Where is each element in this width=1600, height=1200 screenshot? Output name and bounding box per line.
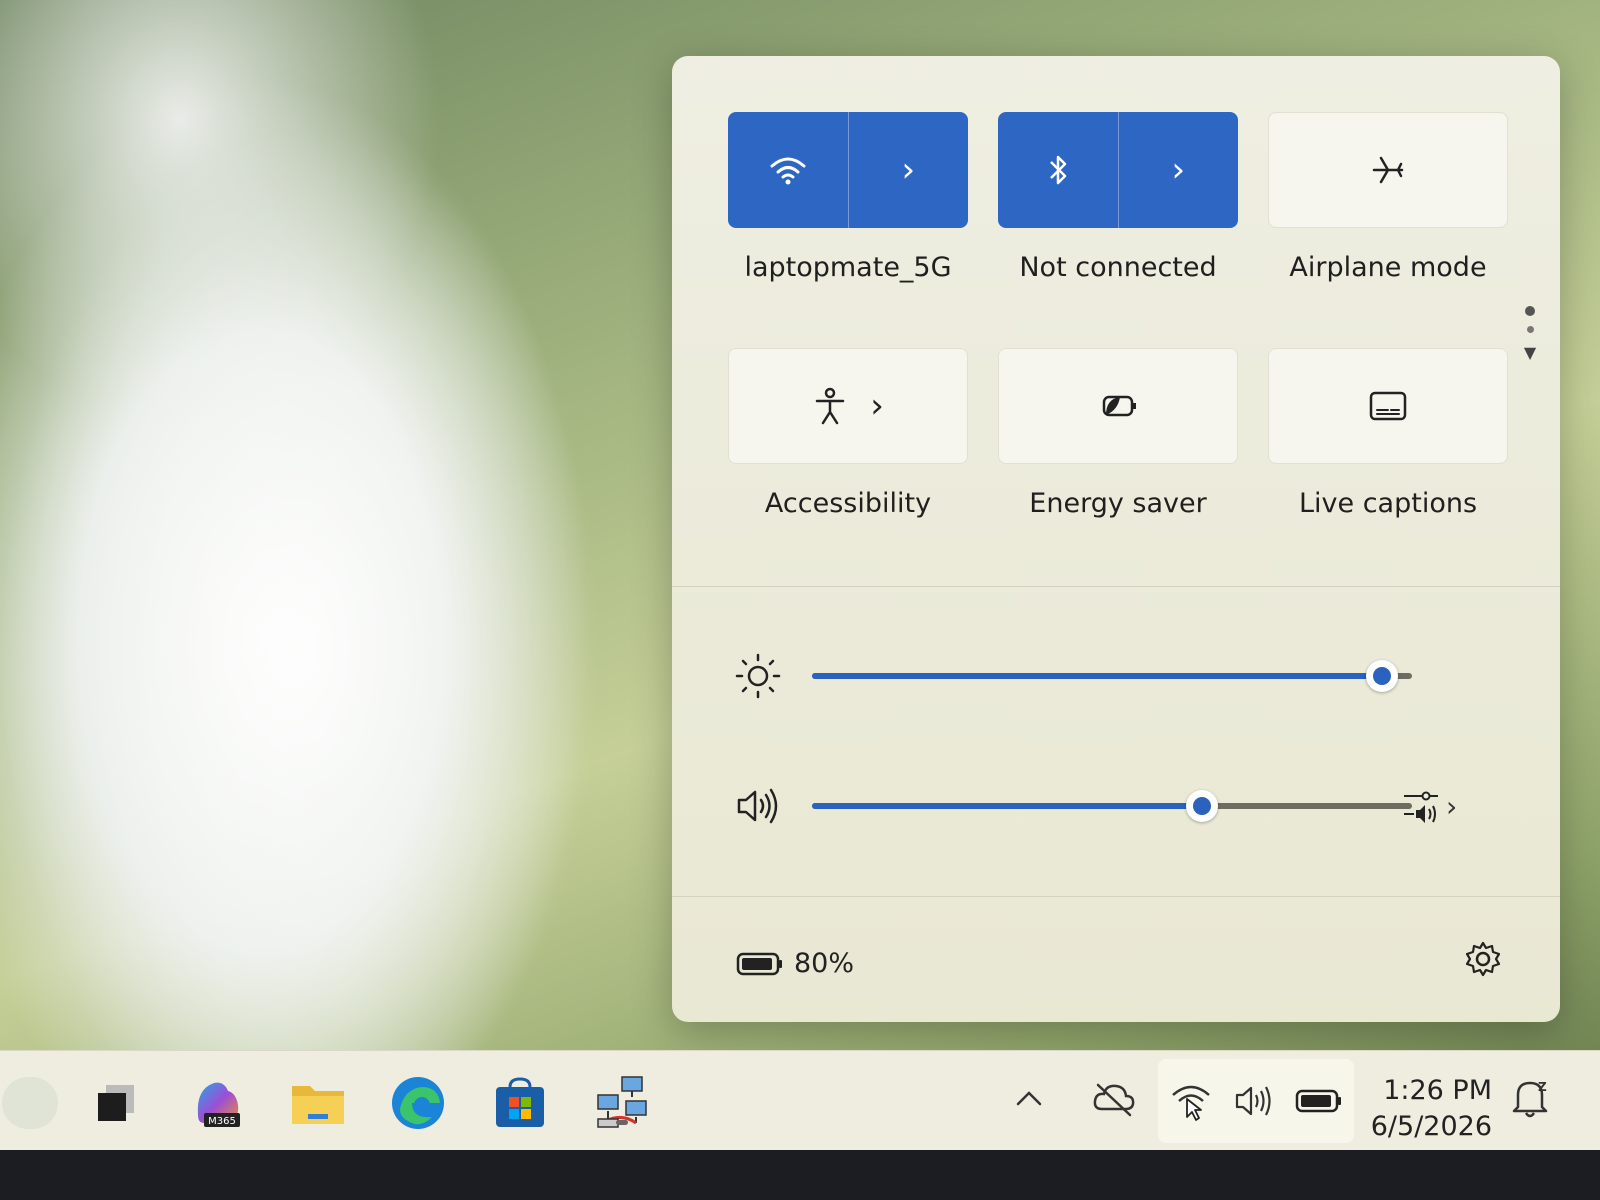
airplane-label: Airplane mode xyxy=(1289,252,1487,283)
microsoft-store[interactable] xyxy=(490,1073,550,1133)
energy-saver-label: Energy saver xyxy=(1029,488,1207,519)
network-app[interactable] xyxy=(592,1073,652,1133)
page-down-icon[interactable]: ▼ xyxy=(1520,343,1540,362)
widgets-button[interactable] xyxy=(0,1073,60,1133)
cloud-offline-icon xyxy=(1093,1083,1135,1117)
battery-tray-icon xyxy=(1296,1089,1342,1113)
battery-status[interactable]: 80% xyxy=(736,948,854,979)
volume-slider[interactable] xyxy=(812,790,1412,822)
bell-icon: Z xyxy=(1512,1080,1548,1118)
bluetooth-label: Not connected xyxy=(1019,252,1217,283)
chevron-right-icon: › xyxy=(1171,150,1186,190)
chevron-right-icon: › xyxy=(1446,789,1458,823)
show-hidden-icons-chevron[interactable] xyxy=(1014,1081,1044,1116)
bluetooth-devices-chevron[interactable]: › xyxy=(1119,112,1239,228)
page-indicator: ▼ xyxy=(1520,296,1540,362)
bluetooth-tile: › Not connected xyxy=(998,112,1238,283)
chevron-right-icon: › xyxy=(901,150,916,190)
audio-output-icon xyxy=(1404,791,1438,823)
battery-icon xyxy=(736,952,782,975)
volume-slider-thumb[interactable] xyxy=(1186,790,1218,822)
clock-time: 1:26 PM xyxy=(1383,1075,1492,1106)
energy-saver-icon xyxy=(1102,395,1136,417)
page-dot[interactable] xyxy=(1526,326,1534,333)
live-captions-tile: Live captions xyxy=(1268,348,1508,519)
live-captions-toggle[interactable] xyxy=(1268,348,1508,464)
bluetooth-toggle[interactable]: › xyxy=(998,112,1238,228)
wifi-icon xyxy=(770,157,806,185)
accessibility-icon xyxy=(815,387,845,425)
wifi-label: laptopmate_5G xyxy=(744,252,952,283)
quick-settings-panel: › laptopmate_5G › Not connected Airplane… xyxy=(672,56,1560,1022)
chevron-right-icon: › xyxy=(870,386,884,426)
onedrive-tray-button[interactable] xyxy=(1092,1079,1136,1123)
wifi-tile: › laptopmate_5G xyxy=(728,112,968,283)
dnd-badge: Z xyxy=(1538,1080,1547,1094)
accessibility-label: Accessibility xyxy=(764,488,932,519)
screen-bezel xyxy=(0,1150,1600,1200)
tiles-divider xyxy=(672,586,1560,587)
quick-settings-tray-button[interactable] xyxy=(1158,1059,1354,1143)
brightness-icon xyxy=(728,653,788,699)
chevron-up-icon xyxy=(1016,1091,1042,1106)
gear-icon xyxy=(1465,941,1501,977)
airplane-mode-toggle[interactable] xyxy=(1268,112,1508,228)
settings-button[interactable] xyxy=(1464,940,1502,982)
copilot-app[interactable]: M365 xyxy=(188,1073,248,1133)
task-view-button[interactable] xyxy=(86,1073,146,1133)
wifi-toggle-button[interactable] xyxy=(728,112,848,228)
speaker-tray-icon xyxy=(1235,1086,1271,1116)
live-captions-label: Live captions xyxy=(1298,488,1478,519)
wifi-networks-chevron[interactable]: › xyxy=(849,112,969,228)
task-view-icon xyxy=(98,1085,134,1121)
airplane-tile: Airplane mode xyxy=(1268,112,1508,283)
store-icon xyxy=(496,1077,544,1127)
page-dot-active[interactable] xyxy=(1525,306,1535,316)
wifi-toggle[interactable]: › xyxy=(728,112,968,228)
footer-divider xyxy=(672,896,1560,897)
clock-date: 6/5/2026 xyxy=(1370,1111,1492,1142)
file-explorer[interactable] xyxy=(288,1073,348,1133)
edge-browser[interactable] xyxy=(388,1073,448,1133)
accessibility-tile: › Accessibility xyxy=(728,348,968,519)
quick-settings-footer: 80% xyxy=(672,902,1560,1022)
folder-icon xyxy=(292,1086,344,1124)
edge-icon xyxy=(392,1077,444,1129)
live-captions-icon xyxy=(1369,391,1407,421)
taskbar: M365 1:26 PM 6/5/2026 Z xyxy=(0,1050,1600,1151)
brightness-slider[interactable] xyxy=(812,660,1412,692)
m365-badge: M365 xyxy=(208,1116,236,1127)
bluetooth-icon xyxy=(1049,155,1066,185)
volume-slider-fill xyxy=(812,803,1202,809)
notification-center-button[interactable]: Z xyxy=(1510,1077,1550,1123)
energy-saver-tile: Energy saver xyxy=(998,348,1238,519)
speaker-icon[interactable] xyxy=(728,786,788,826)
brightness-slider-thumb[interactable] xyxy=(1366,660,1398,692)
brightness-slider-row xyxy=(728,653,1508,699)
volume-slider-row: › xyxy=(728,786,1508,826)
widgets-icon xyxy=(2,1077,58,1129)
running-indicator xyxy=(616,1120,628,1125)
bluetooth-toggle-button[interactable] xyxy=(998,112,1118,228)
accessibility-button[interactable]: › xyxy=(728,348,968,464)
wifi-tray-icon xyxy=(1171,1085,1210,1121)
clock-button[interactable]: 1:26 PM 6/5/2026 xyxy=(1362,1073,1492,1145)
battery-percent: 80% xyxy=(794,948,855,979)
energy-saver-toggle[interactable] xyxy=(998,348,1238,464)
brightness-slider-fill xyxy=(812,673,1382,679)
airplane-icon xyxy=(1372,156,1404,184)
audio-output-button[interactable]: › xyxy=(1402,786,1462,826)
desktop-wallpaper xyxy=(0,0,700,1060)
copilot-icon: M365 xyxy=(197,1082,240,1127)
